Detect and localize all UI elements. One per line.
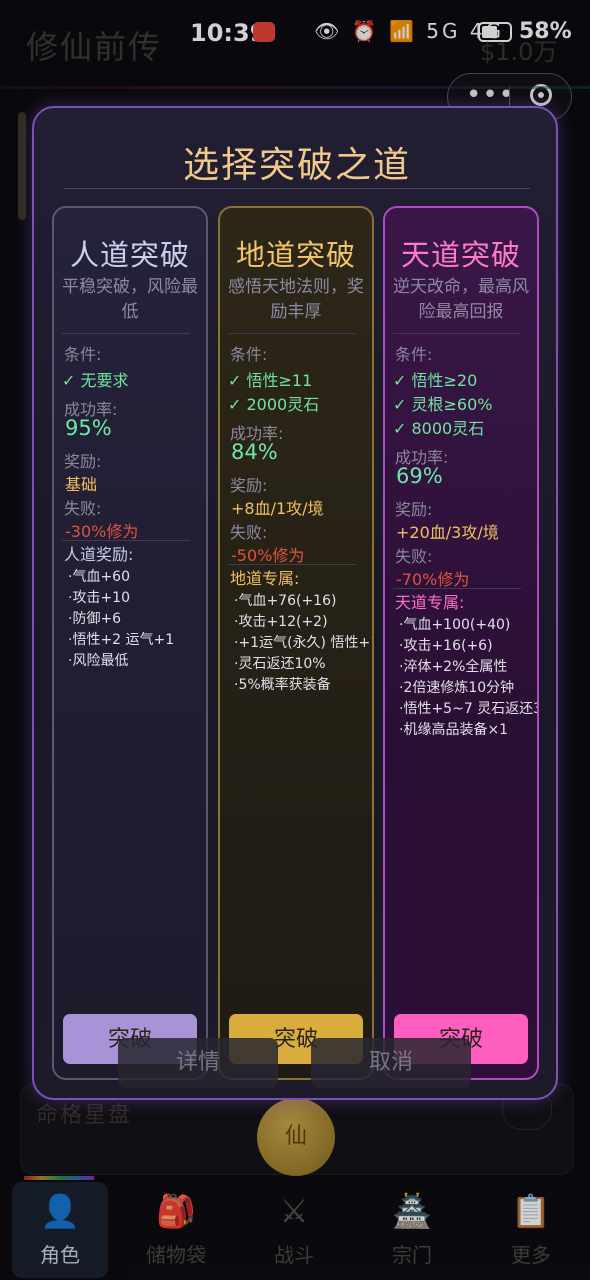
extra-line: ·气血+60 [68,569,130,585]
path-card-earth: 地道突破 感悟天地法则，奖励丰厚 条件: ✓ 悟性≥11 ✓ 2000灵石 成功… [218,206,374,1080]
reward-value: +8血/1攻/境 [231,499,324,518]
fail-value: -70%修为 [396,570,470,589]
reward-value: 基础 [65,475,98,494]
reward-label: 奖励: [395,500,433,519]
path-name: 地道突破 [235,238,356,272]
extra-line: ·防御+6 [68,611,122,627]
extra-line: ·悟性+5~7 灵石返还30% [399,701,537,717]
fail-value: -30%修为 [65,522,139,541]
extra-line: ·2倍速修炼10分钟 [399,680,515,696]
path-desc: 感悟天地法则，奖励丰厚 [228,277,364,322]
extra-line: ·攻击+10 [68,590,130,606]
condition-item: ✓ 悟性≥11 [228,371,313,390]
fail-label: 失败: [395,547,433,566]
path-name: 人道突破 [69,238,190,272]
reward-label: 奖励: [64,452,102,471]
fail-label: 失败: [230,523,268,542]
condition-item: ✓ 无要求 [62,371,129,390]
condition-item: ✓ 2000灵石 [228,395,320,414]
condition-item: ✓ 8000灵石 [393,419,485,438]
extra-title: 地道专属: [230,569,300,588]
cancel-button[interactable]: 取消 [311,1038,471,1088]
extra-line: ·5%概率获装备 [234,677,331,693]
extra-line: ·风险最低 [68,653,129,669]
path-card-human: 人道突破 平稳突破，风险最低 条件: ✓ 无要求 成功率: 95% 奖励: 基础… [52,206,208,1080]
extra-title: 人道奖励: [64,545,134,564]
extra-line: ·灵石返还10% [234,656,326,672]
extra-line: ·机缘高品装备×1 [399,722,509,738]
condition-item: ✓ 灵根≥60% [393,395,493,414]
reward-value: +20血/3攻/境 [396,523,499,542]
fail-value: -50%修为 [231,546,305,565]
path-name: 天道突破 [400,238,521,272]
path-desc: 平稳突破，风险最低 [62,277,198,322]
extra-line: ·+1运气(永久) 悟性+1 [234,635,374,651]
success-rate: 84% [231,440,278,464]
detail-button[interactable]: 详情 [118,1038,278,1088]
conditions-label: 条件: [395,345,433,364]
extra-line: ·悟性+2 运气+1 [68,632,175,648]
conditions-label: 条件: [64,345,102,364]
path-desc: 逆天改命，最高风险最高回报 [393,277,529,322]
fail-label: 失败: [64,499,102,518]
success-rate: 69% [396,464,443,488]
extra-line: ·淬体+2%全属性 [399,659,508,675]
conditions-label: 条件: [230,345,268,364]
breakthrough-modal: 选择突破之道 人道突破 平稳突破，风险最低 条件: ✓ 无要求 成功率: 95%… [32,106,558,1100]
extra-line: ·攻击+16(+6) [399,638,493,654]
extra-line: ·攻击+12(+2) [234,614,328,630]
path-card-heaven: 天道突破 逆天改命，最高风险最高回报 条件: ✓ 悟性≥20 ✓ 灵根≥60% … [383,206,539,1080]
extra-line: ·气血+76(+16) [234,593,337,609]
success-rate: 95% [65,416,112,440]
condition-item: ✓ 悟性≥20 [393,371,478,390]
modal-title: 选择突破之道 [182,145,411,186]
divider [64,188,530,189]
reward-label: 奖励: [230,476,268,495]
extra-line: ·气血+100(+40) [399,617,511,633]
extra-title: 天道专属: [395,593,465,612]
